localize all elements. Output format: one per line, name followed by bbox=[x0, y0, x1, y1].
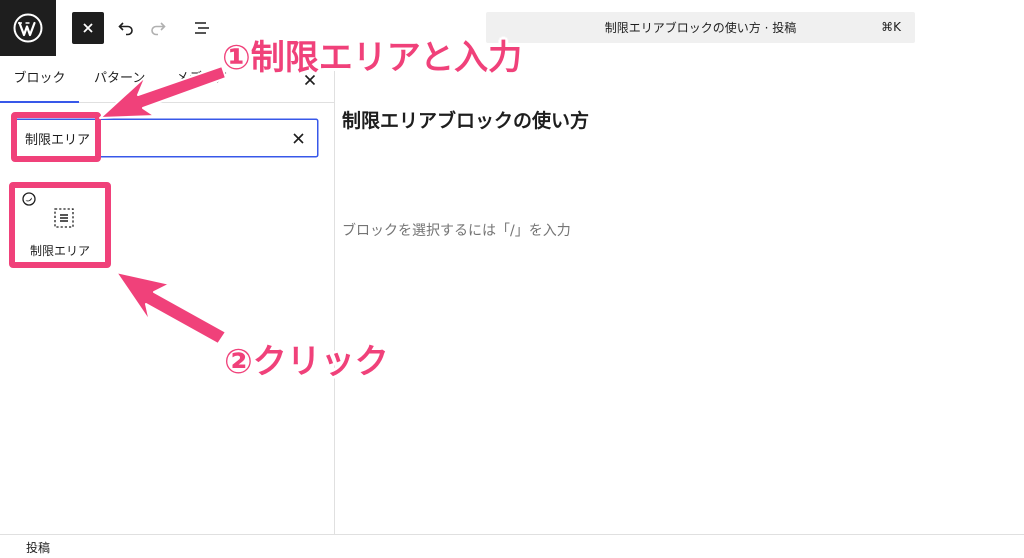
search-clear-button[interactable] bbox=[289, 129, 307, 147]
editor-footer: 投稿 bbox=[0, 534, 1024, 558]
wordpress-logo-button[interactable] bbox=[0, 0, 56, 56]
annotation-highlight-search bbox=[11, 112, 101, 162]
annotation-step-2: ②クリック bbox=[224, 342, 389, 382]
tab-blocks[interactable]: ブロック bbox=[0, 56, 79, 103]
annotation-highlight-block bbox=[9, 182, 111, 268]
close-inserter-button[interactable] bbox=[72, 12, 104, 44]
close-icon bbox=[292, 132, 304, 144]
close-icon bbox=[83, 23, 93, 33]
command-shortcut: ⌘K bbox=[881, 20, 901, 34]
undo-button[interactable] bbox=[110, 12, 142, 44]
breadcrumb-post[interactable]: 投稿 bbox=[26, 539, 50, 556]
redo-icon bbox=[151, 22, 166, 36]
list-view-icon bbox=[195, 22, 209, 34]
redo-button[interactable] bbox=[142, 12, 174, 44]
tab-patterns[interactable]: パターン bbox=[94, 56, 145, 102]
wordpress-logo-icon bbox=[13, 13, 43, 43]
document-title: 制限エリアブロックの使い方 · 投稿 bbox=[604, 21, 797, 35]
tab-media[interactable]: メディア bbox=[176, 56, 227, 102]
command-palette-bar[interactable]: 制限エリアブロックの使い方 · 投稿 ⌘K bbox=[486, 12, 915, 43]
annotation-step-1: ①制限エリアと入力 bbox=[222, 38, 523, 78]
post-title[interactable]: 制限エリアブロックの使い方 bbox=[342, 106, 589, 133]
document-overview-button[interactable] bbox=[186, 12, 218, 44]
editor-canvas: 制限エリアブロックの使い方 ブロックを選択するには「/」を入力 bbox=[335, 56, 1024, 534]
default-block-appender[interactable]: ブロックを選択するには「/」を入力 bbox=[342, 220, 571, 240]
undo-icon bbox=[118, 22, 133, 36]
